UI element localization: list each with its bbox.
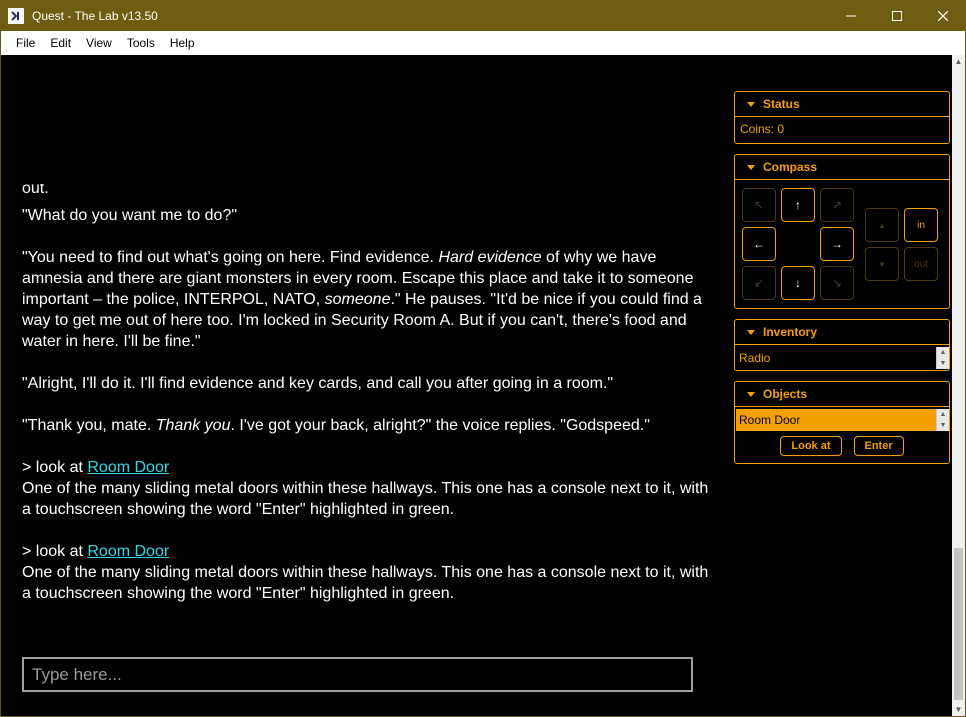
title-bar: Quest - The Lab v13.50 <box>0 0 966 31</box>
compass-down[interactable]: ▼ <box>865 247 899 281</box>
compass-west[interactable]: ← <box>742 227 776 261</box>
command-response: One of the many sliding metal doors with… <box>22 564 709 602</box>
collapse-caret-icon <box>747 391 755 397</box>
inventory-scrollbar[interactable]: ▲ ▼ <box>936 347 949 369</box>
story-emphasis: someone <box>324 291 391 308</box>
menu-tools[interactable]: Tools <box>120 31 162 55</box>
compass-south[interactable]: ↓ <box>781 266 815 300</box>
collapse-caret-icon <box>747 164 755 170</box>
compass-northwest[interactable]: ↖ <box>742 188 776 222</box>
menu-help[interactable]: Help <box>163 31 202 55</box>
story-paragraph: "Thank you, mate. Thank you. I've got yo… <box>22 415 714 436</box>
story-emphasis: Thank you <box>155 417 231 434</box>
maximize-button[interactable] <box>874 0 920 31</box>
object-actions: Look at Enter <box>735 436 949 456</box>
scroll-up-icon[interactable]: ▲ <box>937 347 949 358</box>
compass-up[interactable]: ▲ <box>865 208 899 242</box>
objects-title: Objects <box>763 387 808 401</box>
objects-pane: Objects Room Door ▲ ▼ Look at Enter <box>734 381 950 464</box>
compass-out[interactable]: out <box>904 247 938 281</box>
minimize-icon <box>846 15 856 16</box>
story-emphasis: Hard evidence <box>438 249 542 266</box>
inventory-pane: Inventory Radio ▲ ▼ <box>734 319 950 371</box>
close-icon <box>938 10 948 21</box>
maximize-icon <box>892 10 902 21</box>
inventory-title: Inventory <box>763 325 818 339</box>
compass-southeast[interactable]: ↘ <box>820 266 854 300</box>
app-icon <box>8 7 24 24</box>
look-at-button[interactable]: Look at <box>780 436 842 456</box>
scrollbar-thumb[interactable] <box>954 548 963 700</box>
command-response: One of the many sliding metal doors with… <box>22 480 709 518</box>
compass-pane: Compass ↖ ↑ ↗ ← → ↙ ↓ ↘ ▲ in ▼ out <box>734 154 950 309</box>
compass-east[interactable]: → <box>820 227 854 261</box>
objects-scrollbar[interactable]: ▲ ▼ <box>936 409 949 431</box>
enter-button[interactable]: Enter <box>853 436 904 456</box>
command-entry: > look at Room Door One of the many slid… <box>22 541 714 604</box>
cut-off-line: out. <box>22 184 49 197</box>
objects-list: Room Door ▲ ▼ <box>735 409 949 431</box>
menu-view[interactable]: View <box>79 31 119 55</box>
menu-file[interactable]: File <box>9 31 42 55</box>
story-output: out. "What do you want me to do?" "You n… <box>22 184 714 625</box>
compass-grid: ↖ ↑ ↗ ← → ↙ ↓ ↘ ▲ in ▼ out <box>735 180 949 304</box>
story-text: . I've got your back, alright?" the voic… <box>230 417 650 434</box>
scroll-up-icon[interactable]: ▲ <box>952 55 965 68</box>
menu-edit[interactable]: Edit <box>43 31 78 55</box>
scroll-down-icon[interactable]: ▼ <box>952 703 965 716</box>
room-door-link[interactable]: Room Door <box>87 543 169 560</box>
collapse-caret-icon <box>747 329 755 335</box>
compass-southwest[interactable]: ↙ <box>742 266 776 300</box>
main-scrollbar[interactable]: ▲ ▼ <box>952 55 965 716</box>
story-text: "You need to find out what's going on he… <box>22 249 439 266</box>
inventory-item-radio[interactable]: Radio <box>736 347 937 369</box>
status-header[interactable]: Status <box>735 92 949 117</box>
command-prompt: > look at <box>22 543 88 560</box>
inventory-header[interactable]: Inventory <box>735 320 949 345</box>
scroll-down-icon[interactable]: ▼ <box>937 420 949 431</box>
story-paragraph: "You need to find out what's going on he… <box>22 247 714 352</box>
inventory-list: Radio ▲ ▼ <box>735 347 949 369</box>
menu-bar: File Edit View Tools Help <box>1 31 965 55</box>
story-paragraph: "What do you want me to do?" <box>22 207 238 224</box>
room-door-link[interactable]: Room Door <box>87 459 169 476</box>
collapse-caret-icon <box>747 101 755 107</box>
command-input[interactable] <box>22 657 693 692</box>
compass-northeast[interactable]: ↗ <box>820 188 854 222</box>
game-area: out. "What do you want me to do?" "You n… <box>1 55 952 716</box>
scroll-up-icon[interactable]: ▲ <box>937 409 949 420</box>
close-button[interactable] <box>920 0 966 31</box>
compass-north[interactable]: ↑ <box>781 188 815 222</box>
status-pane: Status Coins: 0 <box>734 91 950 144</box>
story-paragraph: "Alright, I'll do it. I'll find evidence… <box>22 375 614 392</box>
coins-status: Coins: 0 <box>740 122 785 136</box>
scroll-down-icon[interactable]: ▼ <box>937 358 949 369</box>
objects-header[interactable]: Objects <box>735 382 949 407</box>
compass-header[interactable]: Compass <box>735 155 949 180</box>
compass-in[interactable]: in <box>904 208 938 242</box>
compass-title: Compass <box>763 160 818 174</box>
object-item-room-door[interactable]: Room Door <box>736 409 937 431</box>
status-title: Status <box>763 97 800 111</box>
story-text: "Thank you, mate. <box>22 417 156 434</box>
window-title: Quest - The Lab v13.50 <box>32 8 158 23</box>
command-entry: > look at Room Door One of the many slid… <box>22 457 714 520</box>
command-prompt: > look at <box>22 459 88 476</box>
window-controls <box>828 0 966 31</box>
minimize-button[interactable] <box>828 0 874 31</box>
